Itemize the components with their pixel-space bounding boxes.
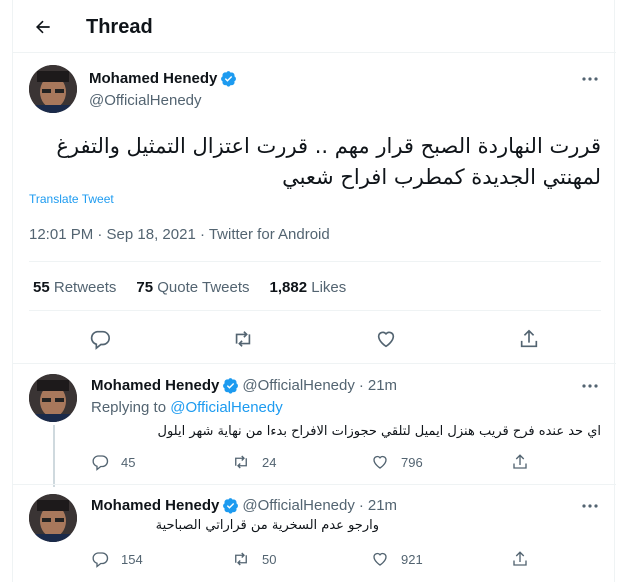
thread-panel: Thread Mohamed Henedy @OfficialHenedy قر… (12, 0, 616, 582)
retweets-stat[interactable]: 55 Retweets (33, 279, 116, 296)
share-button[interactable] (511, 453, 541, 471)
like-icon[interactable] (373, 326, 399, 352)
reply-button[interactable]: 45 (91, 453, 135, 471)
avatar[interactable] (29, 374, 77, 422)
tweet-stats: 55 Retweets 75 Quote Tweets 1,882 Likes (33, 279, 346, 296)
divider (29, 261, 601, 262)
like-icon (373, 552, 387, 566)
more-options-icon[interactable] (579, 495, 601, 517)
reply-author-row: Mohamed Henedy @OfficialHenedy · 21m (91, 497, 398, 514)
author-name-row: Mohamed Henedy (89, 70, 237, 87)
replying-to-handle[interactable]: @OfficialHenedy (170, 399, 283, 416)
tweet-text: قررت النهاردة الصبح قرار مهم .. قررت اعت… (27, 131, 601, 193)
tweet-action-bar (13, 322, 616, 356)
divider (13, 363, 616, 364)
share-button[interactable] (511, 550, 541, 568)
retweet-icon[interactable] (230, 326, 256, 352)
like-count: 796 (401, 454, 423, 470)
quote-tweets-stat[interactable]: 75 Quote Tweets (136, 279, 249, 296)
thread-connector-line (53, 425, 55, 487)
reply-time[interactable]: 21m (368, 497, 397, 514)
reply-time[interactable]: 21m (368, 377, 397, 394)
share-icon[interactable] (516, 326, 542, 352)
verified-badge-icon (222, 377, 239, 394)
verified-badge-icon (222, 497, 239, 514)
author-name[interactable]: Mohamed Henedy (89, 70, 217, 87)
more-options-icon[interactable] (579, 68, 601, 90)
reply-author-handle[interactable]: @OfficialHenedy (242, 377, 355, 394)
avatar[interactable] (29, 494, 77, 542)
tweet-timestamp[interactable]: 12:01 PM · Sep 18, 2021 · Twitter for An… (29, 226, 330, 243)
retweet-count: 24 (262, 454, 277, 470)
reply-text: وارجو عدم السخرية من قراراتي الصباحية (155, 518, 379, 533)
replying-to: Replying to @OfficialHenedy (91, 399, 283, 416)
translate-tweet-link[interactable]: Translate Tweet (29, 192, 114, 206)
reply-count: 45 (121, 454, 136, 470)
retweet-icon (235, 455, 247, 469)
thread-header: Thread (13, 0, 616, 53)
like-button[interactable]: 796 (371, 453, 423, 471)
author-handle[interactable]: @OfficialHenedy (89, 92, 202, 109)
verified-badge-icon (220, 70, 237, 87)
reply-button[interactable]: 154 (91, 550, 143, 568)
reply-count: 154 (121, 551, 143, 567)
avatar[interactable] (29, 65, 77, 113)
divider (13, 484, 616, 485)
tweet-text-line-1: قررت النهاردة الصبح قرار مهم .. قررت اعت… (56, 134, 601, 158)
reply-icon (92, 455, 109, 471)
reply-action-bar: 45 24 796 (91, 453, 611, 475)
page-title: Thread (86, 16, 153, 38)
retweet-button[interactable]: 50 (232, 550, 276, 568)
reply-author-handle[interactable]: @OfficialHenedy (242, 497, 355, 514)
like-icon (373, 455, 387, 469)
reply-text: اي حد عنده فرح قريب هنزل ايميل لتلقي حجو… (157, 424, 602, 439)
like-count: 921 (401, 551, 423, 567)
divider (29, 310, 601, 311)
reply-author-row: Mohamed Henedy @OfficialHenedy · 21m (91, 377, 398, 394)
tweet-text-line-2: لمهنتي الجديدة كمطرب افراح شعبي (282, 165, 601, 189)
reply-action-bar: 154 50 921 (91, 550, 611, 572)
retweet-button[interactable]: 24 (232, 453, 276, 471)
reply-author-name[interactable]: Mohamed Henedy (91, 497, 219, 514)
back-arrow-icon[interactable] (30, 14, 56, 40)
share-icon (513, 454, 527, 469)
share-icon (513, 551, 527, 566)
retweet-icon (235, 552, 247, 566)
more-options-icon[interactable] (579, 375, 601, 397)
retweet-count: 50 (262, 551, 277, 567)
reply-icon (92, 552, 109, 568)
likes-stat[interactable]: 1,882 Likes (270, 279, 347, 296)
like-button[interactable]: 921 (371, 550, 423, 568)
reply-icon[interactable] (87, 326, 113, 352)
reply-author-name[interactable]: Mohamed Henedy (91, 377, 219, 394)
